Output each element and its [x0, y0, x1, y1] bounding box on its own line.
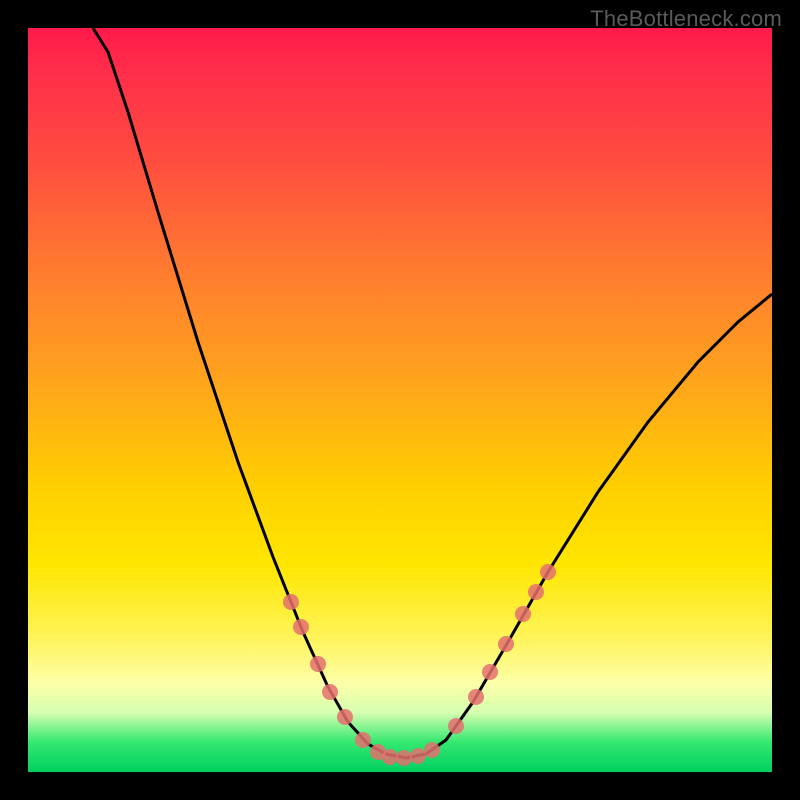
marker-dot	[293, 619, 309, 635]
marker-dot	[528, 584, 544, 600]
marker-dot	[396, 750, 412, 766]
curve-svg	[28, 28, 772, 772]
marker-dot	[310, 656, 326, 672]
marker-dot	[283, 594, 299, 610]
marker-dot	[498, 636, 514, 652]
marker-dot	[337, 709, 353, 725]
marker-dot	[540, 564, 556, 580]
marker-dot	[355, 732, 371, 748]
marker-dot	[322, 684, 338, 700]
marker-dot	[448, 718, 464, 734]
marker-dot	[482, 664, 498, 680]
marker-dot	[424, 742, 440, 758]
marker-dot	[468, 689, 484, 705]
curve-path	[93, 28, 772, 758]
plot-area	[28, 28, 772, 772]
marker-dot	[382, 749, 398, 765]
series-bottleneck-curve	[93, 28, 772, 758]
marker-dot	[410, 748, 426, 764]
marker-dot	[515, 606, 531, 622]
markers-group	[283, 564, 556, 766]
chart-frame: TheBottleneck.com	[0, 0, 800, 800]
